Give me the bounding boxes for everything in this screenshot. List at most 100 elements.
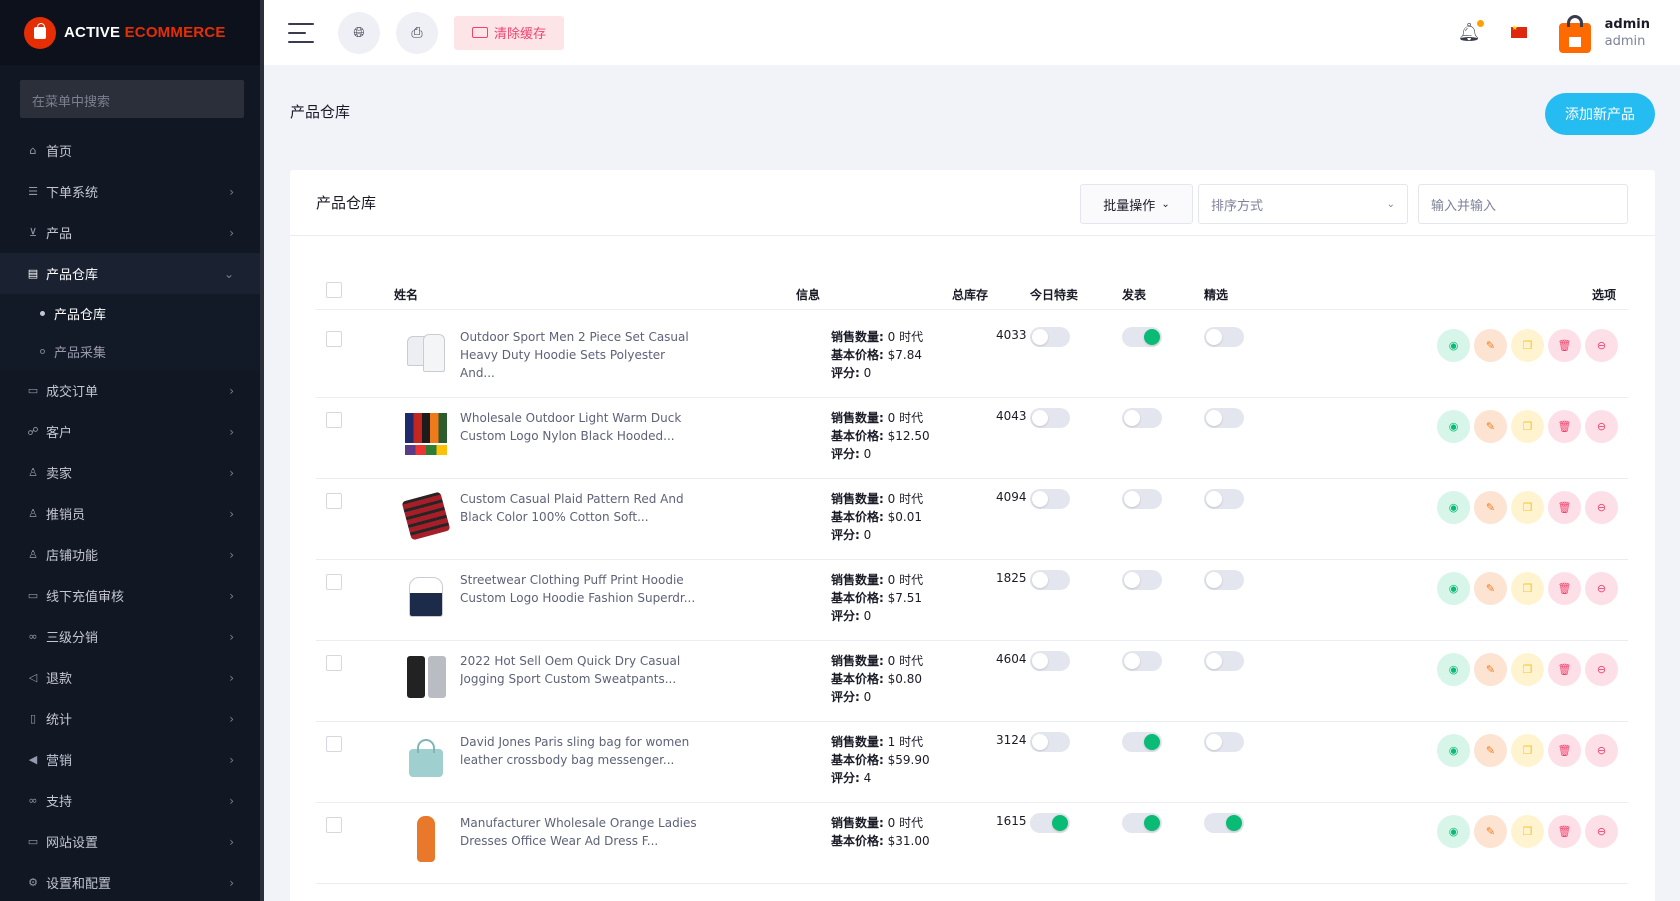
today-deal-toggle[interactable] (1030, 570, 1070, 590)
edit-button[interactable]: ✎ (1474, 815, 1507, 848)
row-checkbox[interactable] (326, 574, 342, 590)
bulk-action-dropdown[interactable]: 批量操作 ⌄ (1080, 184, 1193, 224)
sidebar-item[interactable]: ▭ 网站设置 › (0, 821, 264, 862)
duplicate-button[interactable]: ❐ (1511, 734, 1544, 767)
notification-bell-icon[interactable]: 🔔︎ (1458, 20, 1484, 43)
product-name[interactable]: Manufacturer Wholesale Orange Ladies Dre… (460, 814, 700, 850)
featured-toggle[interactable] (1204, 489, 1244, 509)
menu-toggle-icon[interactable] (288, 22, 314, 43)
view-button[interactable]: ◉ (1437, 572, 1470, 605)
sidebar-item[interactable]: ∞ 三级分销 › (0, 616, 264, 657)
published-toggle[interactable] (1122, 732, 1162, 752)
more-button[interactable]: ⊖ (1585, 410, 1618, 443)
delete-button[interactable]: 🗑︎ (1548, 329, 1581, 362)
published-toggle[interactable] (1122, 489, 1162, 509)
product-name[interactable]: David Jones Paris sling bag for women le… (460, 733, 700, 769)
delete-button[interactable]: 🗑︎ (1548, 572, 1581, 605)
edit-button[interactable]: ✎ (1474, 329, 1507, 362)
today-deal-toggle[interactable] (1030, 327, 1070, 347)
published-toggle[interactable] (1122, 651, 1162, 671)
view-button[interactable]: ◉ (1437, 653, 1470, 686)
china-flag-icon[interactable] (1510, 24, 1527, 38)
product-name[interactable]: Wholesale Outdoor Light Warm Duck Custom… (460, 409, 700, 445)
more-button[interactable]: ⊖ (1585, 329, 1618, 362)
today-deal-toggle[interactable] (1030, 489, 1070, 509)
delete-button[interactable]: 🗑︎ (1548, 491, 1581, 524)
view-button[interactable]: ◉ (1437, 329, 1470, 362)
sidebar-item[interactable]: ▭ 成交订单 › (0, 370, 264, 411)
delete-button[interactable]: 🗑︎ (1548, 815, 1581, 848)
today-deal-toggle[interactable] (1030, 813, 1070, 833)
today-deal-toggle[interactable] (1030, 732, 1070, 752)
sort-select[interactable]: 排序方式 ⌄ (1198, 184, 1408, 224)
sidebar-item[interactable]: ▤ 产品仓库 ⌄ (0, 253, 264, 294)
duplicate-button[interactable]: ❐ (1511, 572, 1544, 605)
sidebar-item[interactable]: ◁ 退款 › (0, 657, 264, 698)
clear-cache-button[interactable]: 清除缓存 (454, 15, 565, 50)
sidebar-item[interactable]: ☍ 客户 › (0, 411, 264, 452)
select-all-checkbox[interactable] (326, 282, 342, 298)
edit-button[interactable]: ✎ (1474, 410, 1507, 443)
avatar[interactable] (1557, 13, 1593, 53)
duplicate-button[interactable]: ❐ (1511, 491, 1544, 524)
sidebar-item[interactable]: ◀ 营销 › (0, 739, 264, 780)
menu-search-input[interactable]: 在菜单中搜索 (20, 80, 244, 118)
featured-toggle[interactable] (1204, 651, 1244, 671)
more-button[interactable]: ⊖ (1585, 815, 1618, 848)
row-checkbox[interactable] (326, 736, 342, 752)
published-toggle[interactable] (1122, 570, 1162, 590)
brand-logo[interactable]: ACTIVE ECOMMERCE (0, 0, 264, 65)
more-button[interactable]: ⊖ (1585, 734, 1618, 767)
more-button[interactable]: ⊖ (1585, 572, 1618, 605)
globe-button[interactable]: 🌐︎ (338, 11, 380, 54)
sidebar-item[interactable]: ⊻ 产品 › (0, 212, 264, 253)
delete-button[interactable]: 🗑︎ (1548, 410, 1581, 443)
duplicate-button[interactable]: ❐ (1511, 329, 1544, 362)
more-button[interactable]: ⊖ (1585, 491, 1618, 524)
header-name[interactable]: 姓名 (394, 286, 418, 303)
sidebar-item[interactable]: ∞ 支持 › (0, 780, 264, 821)
product-search-input[interactable]: 输入并输入 (1418, 184, 1628, 224)
duplicate-button[interactable]: ❐ (1511, 410, 1544, 443)
edit-button[interactable]: ✎ (1474, 491, 1507, 524)
print-button[interactable]: ⎙ (396, 11, 438, 54)
row-checkbox[interactable] (326, 493, 342, 509)
view-button[interactable]: ◉ (1437, 815, 1470, 848)
row-checkbox[interactable] (326, 655, 342, 671)
sidebar-item[interactable]: ⚙ 设置和配置 › (0, 862, 264, 901)
product-name[interactable]: 2022 Hot Sell Oem Quick Dry Casual Joggi… (460, 652, 700, 688)
view-button[interactable]: ◉ (1437, 491, 1470, 524)
delete-button[interactable]: 🗑︎ (1548, 734, 1581, 767)
product-name[interactable]: Custom Casual Plaid Pattern Red And Blac… (460, 490, 700, 526)
published-toggle[interactable] (1122, 327, 1162, 347)
today-deal-toggle[interactable] (1030, 408, 1070, 428)
featured-toggle[interactable] (1204, 732, 1244, 752)
published-toggle[interactable] (1122, 813, 1162, 833)
sidebar-item[interactable]: ⌂ 首页 (0, 130, 264, 171)
sidebar-subitem[interactable]: 产品采集 (0, 332, 264, 370)
row-checkbox[interactable] (326, 331, 342, 347)
row-checkbox[interactable] (326, 817, 342, 833)
sidebar-item[interactable]: ♙ 店铺功能 › (0, 534, 264, 575)
featured-toggle[interactable] (1204, 813, 1244, 833)
add-new-product-button[interactable]: 添加新产品 (1545, 93, 1655, 135)
more-button[interactable]: ⊖ (1585, 653, 1618, 686)
sidebar-subitem[interactable]: 产品仓库 (0, 294, 264, 332)
view-button[interactable]: ◉ (1437, 410, 1470, 443)
featured-toggle[interactable] (1204, 570, 1244, 590)
featured-toggle[interactable] (1204, 327, 1244, 347)
sidebar-item[interactable]: ▭ 线下充值审核 › (0, 575, 264, 616)
published-toggle[interactable] (1122, 408, 1162, 428)
featured-toggle[interactable] (1204, 408, 1244, 428)
edit-button[interactable]: ✎ (1474, 734, 1507, 767)
edit-button[interactable]: ✎ (1474, 572, 1507, 605)
product-name[interactable]: Streetwear Clothing Puff Print Hoodie Cu… (460, 571, 700, 607)
today-deal-toggle[interactable] (1030, 651, 1070, 671)
row-checkbox[interactable] (326, 412, 342, 428)
sidebar-item[interactable]: ☰ 下单系统 › (0, 171, 264, 212)
duplicate-button[interactable]: ❐ (1511, 815, 1544, 848)
product-name[interactable]: Outdoor Sport Men 2 Piece Set Casual Hea… (460, 328, 700, 382)
delete-button[interactable]: 🗑︎ (1548, 653, 1581, 686)
edit-button[interactable]: ✎ (1474, 653, 1507, 686)
view-button[interactable]: ◉ (1437, 734, 1470, 767)
